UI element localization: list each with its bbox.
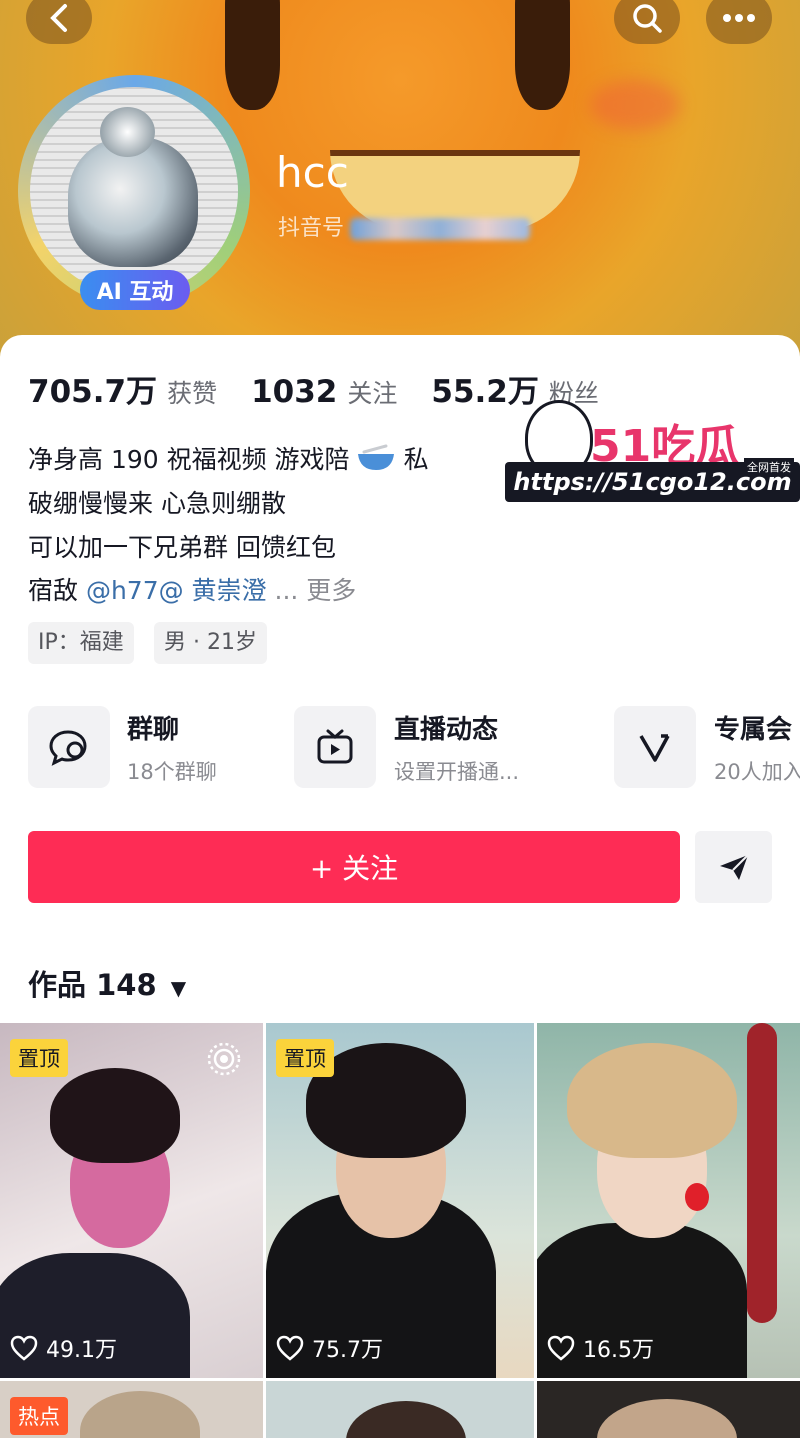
feature-exclusive-title: 专属会 [714, 714, 793, 745]
caret-down-icon: ▼ [170, 976, 187, 1000]
target-icon [207, 1042, 241, 1076]
banner-eye-right [515, 0, 570, 110]
stat-likes[interactable]: 705.7万 获赞 [28, 366, 217, 411]
banner-eye-left [225, 0, 280, 110]
watermark-small-text: 全网首发 [744, 458, 794, 476]
bio-more-link[interactable]: ... 更多 [267, 576, 357, 605]
video-3-hair [567, 1043, 737, 1158]
video-4-hair [80, 1391, 200, 1438]
feature-live-updates-subtitle: 设置开播通... [394, 759, 520, 784]
video-5-hair [346, 1401, 466, 1438]
ai-interaction-badge[interactable]: AI 互动 [80, 270, 190, 310]
more-button[interactable] [706, 0, 772, 44]
vip-icon [614, 706, 696, 788]
feature-live-updates-title: 直播动态 [394, 714, 499, 745]
video-6-hair [597, 1399, 737, 1438]
share-button[interactable] [695, 831, 772, 903]
bio-line-1-text: 净身高 190 祝福视频 游戏陪 [28, 445, 350, 474]
stat-following[interactable]: 1032 关注 [251, 374, 397, 410]
follow-button[interactable]: + 关注 [28, 831, 680, 903]
douyin-id: 抖音号 [278, 210, 531, 242]
back-arrow-icon [50, 4, 67, 32]
feature-group-chat-title: 群聊 [127, 714, 180, 745]
feature-group-chat-subtitle: 18个群聊 [127, 759, 217, 784]
video-2-likes-count: 75.7万 [312, 1338, 383, 1363]
feature-live-updates[interactable]: 直播动态 设置开播通... [294, 706, 519, 788]
bio-line-1-end: 私 [403, 445, 429, 474]
bio-line-4-prefix: 宿敌 [28, 576, 86, 605]
tag-ip: IP：福建 [28, 622, 134, 664]
feature-exclusive[interactable]: 专属会 20人加入 [614, 706, 800, 788]
video-3-prop [747, 1023, 777, 1323]
username: hcc [276, 148, 349, 197]
search-icon [633, 4, 662, 33]
heart-icon [276, 1335, 304, 1361]
heart-icon [547, 1335, 575, 1361]
video-2-likes: 75.7万 [276, 1332, 383, 1364]
video-4-hot-badge: 热点 [10, 1397, 68, 1435]
video-thumb-6[interactable] [537, 1381, 800, 1438]
video-1-likes-count: 49.1万 [46, 1338, 117, 1363]
video-1-hair [50, 1068, 180, 1163]
works-tab[interactable]: 作品 148 ▼ [28, 962, 186, 1004]
stat-following-value: 1032 [251, 374, 338, 410]
douyin-id-redacted [350, 218, 531, 240]
video-2-pin-badge: 置顶 [276, 1039, 334, 1077]
heart-icon [10, 1335, 38, 1361]
video-thumb-4[interactable]: 热点 [0, 1381, 263, 1438]
works-count: 作品 148 [28, 968, 157, 1002]
send-icon [719, 854, 749, 880]
bowl-emoji-icon [357, 444, 394, 470]
video-thumb-2[interactable]: 置顶 75.7万 [266, 1023, 534, 1378]
watermark: 51吃瓜 https://51cgo12.com 全网首发 [505, 400, 800, 505]
video-1-pin-badge: 置顶 [10, 1039, 68, 1077]
feature-exclusive-subtitle: 20人加入 [714, 759, 800, 784]
video-thumb-1[interactable]: 置顶 49.1万 [0, 1023, 263, 1378]
bio-mention-link[interactable]: @h77@ 黄崇澄 [86, 576, 267, 605]
bio-line-3: 可以加一下兄弟群 回馈红包 [28, 533, 336, 562]
video-3-likes-count: 16.5万 [583, 1338, 654, 1363]
banner-blush [590, 80, 680, 130]
video-thumb-3[interactable]: 16.5万 [537, 1023, 800, 1378]
bio-line-1: 净身高 190 祝福视频 游戏陪 私 [28, 440, 429, 476]
back-button[interactable] [26, 0, 92, 44]
avatar-bag-top [100, 107, 155, 157]
bio-line-2: 破绷慢慢来 心急则绷散 [28, 489, 286, 518]
tv-icon [294, 706, 376, 788]
search-button[interactable] [614, 0, 680, 44]
video-3-likes: 16.5万 [547, 1332, 654, 1364]
video-3-heart-prop [685, 1183, 709, 1211]
chat-icon [28, 706, 110, 788]
video-1-likes: 49.1万 [10, 1332, 117, 1364]
video-thumb-5[interactable] [266, 1381, 534, 1438]
feature-group-chat[interactable]: 群聊 18个群聊 [28, 706, 217, 788]
douyin-id-label: 抖音号 [278, 216, 345, 241]
avatar[interactable] [30, 87, 238, 295]
tag-gender-age: 男 · 21岁 [154, 622, 267, 664]
stat-likes-value: 705.7万 [28, 374, 158, 410]
bio-line-4: 宿敌 @h77@ 黄崇澄 ... 更多 [28, 571, 356, 607]
stat-following-label: 关注 [347, 379, 398, 408]
stat-likes-label: 获赞 [167, 379, 218, 408]
avatar-bag-image [68, 137, 198, 267]
more-dots-icon [723, 14, 755, 22]
